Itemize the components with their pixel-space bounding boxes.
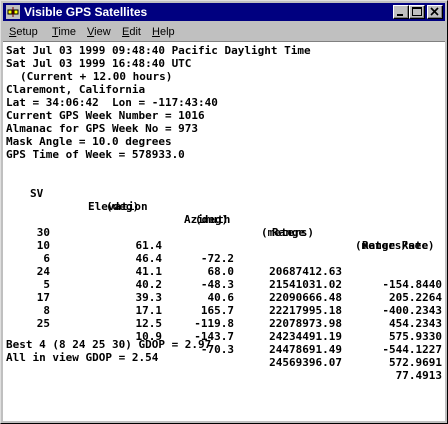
table-row: 24 40.2 40.6 22217995.18 454.2343: [6, 252, 442, 330]
table-row: 25 10.9 -70.3 24569396.07 77.4913: [6, 304, 442, 382]
gps-time-of-week: GPS Time of Week = 578933.0: [6, 148, 185, 161]
close-button[interactable]: [427, 5, 443, 19]
lat-lon: Lat = 34:06:42 Lon = -117:43:40: [6, 96, 218, 109]
table-units-row: (deg) (deg) (meters) (meters/sec): [6, 187, 442, 252]
cell-sv: 25: [36, 317, 50, 330]
satellite-report: Sat Jul 03 1999 09:48:40 Pacific Dayligh…: [3, 41, 445, 421]
title-bar[interactable]: Visible GPS Satellites: [3, 3, 445, 21]
table-header-row: SV Elevation Azimuth Range Range Rate: [6, 174, 442, 252]
menu-bar: Setup Time View Edit Help: [3, 23, 445, 41]
cell-azimuth: -119.8: [194, 317, 234, 330]
cell-range-rate: 454.2343: [389, 317, 442, 330]
menu-time[interactable]: Time: [50, 23, 78, 41]
table-row: 17 17.1 -119.8 24234491.19 -544.1227: [6, 278, 442, 356]
time-offset: (Current + 12.00 hours): [20, 70, 173, 83]
utc-time: Sat Jul 03 1999 16:48:40 UTC: [6, 57, 192, 70]
maximize-icon: [412, 7, 422, 16]
minimize-icon: [397, 14, 403, 16]
minimize-button[interactable]: [393, 5, 409, 19]
satellite-app-icon: [6, 5, 20, 19]
cell-range-rate: -544.1227: [382, 343, 442, 356]
table-row: 8 12.5 -143.7 24478691.49 572.9691: [6, 291, 442, 369]
table-row: 30 61.4 -72.2 20687412.63 -154.8440: [6, 213, 442, 291]
cell-range: 22078973.98: [269, 317, 342, 330]
cell-range: 24569396.07: [269, 356, 342, 369]
gps-satellites-window: Visible GPS Satellites Setup Time View E…: [0, 0, 448, 424]
table-row: 6 41.1 -48.3 22090666.48 -400.2343: [6, 239, 442, 317]
table-row: 10 46.4 68.0 21541031.02 205.2264: [6, 226, 442, 304]
cell-elevation: 12.5: [135, 317, 163, 330]
menu-edit[interactable]: Edit: [120, 23, 143, 41]
menu-help[interactable]: Help: [150, 23, 177, 41]
menu-view[interactable]: View: [85, 23, 113, 41]
local-time: Sat Jul 03 1999 09:48:40 Pacific Dayligh…: [6, 44, 311, 57]
location-name: Claremont, California: [6, 83, 146, 96]
gps-week-number: Current GPS Week Number = 1016: [6, 109, 205, 122]
unit-elevation: (deg): [106, 200, 140, 213]
mask-angle: Mask Angle = 10.0 degrees: [6, 135, 172, 148]
cell-range: 24234491.19: [269, 330, 342, 343]
almanac-week: Almanac for GPS Week No = 973: [6, 122, 199, 135]
cell-range-rate: 572.9691: [389, 356, 442, 369]
cell-range: 24478691.49: [269, 343, 342, 356]
menu-setup[interactable]: Setup: [7, 23, 40, 41]
all-in-view-gdop: All in view GDOP = 2.54: [6, 351, 159, 364]
maximize-button[interactable]: [409, 5, 425, 19]
cell-range-rate: 575.9330: [389, 330, 442, 343]
window-title: Visible GPS Satellites: [24, 5, 148, 19]
cell-range-rate: 77.4913: [395, 369, 442, 382]
table-row: 5 39.3 165.7 22078973.98 575.9330: [6, 265, 442, 343]
best4-gdop: Best 4 (8 24 25 30) GDOP = 2.97: [6, 338, 212, 351]
close-icon: [430, 7, 439, 16]
